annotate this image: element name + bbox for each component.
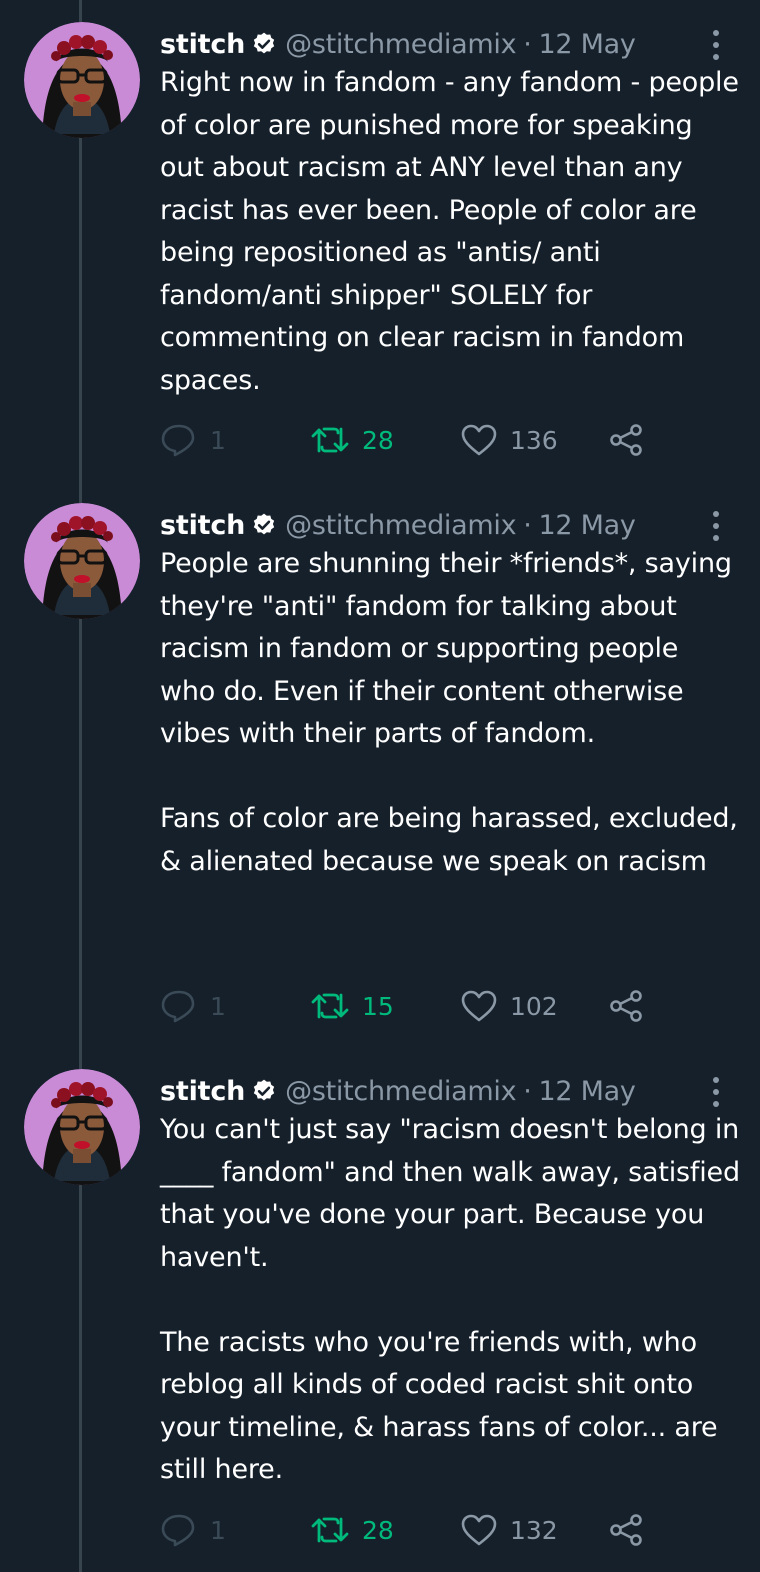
share-button[interactable]	[608, 1510, 644, 1550]
reply-count: 1	[210, 991, 226, 1021]
share-icon	[608, 989, 644, 1023]
tweet-header: stitch @stitchmediamix · 12 May	[160, 503, 636, 547]
timestamp[interactable]: 12 May	[539, 29, 636, 60]
like-count: 102	[510, 991, 558, 1021]
share-button[interactable]	[608, 420, 644, 460]
username-handle[interactable]: @stitchmediamix	[285, 29, 516, 60]
username-handle[interactable]: @stitchmediamix	[285, 510, 516, 541]
reply-count: 1	[210, 425, 226, 455]
retweet-icon	[310, 423, 350, 457]
username-handle[interactable]: @stitchmediamix	[285, 1076, 516, 1107]
reply-button[interactable]: 1	[160, 986, 226, 1026]
like-button[interactable]: 136	[460, 420, 558, 460]
like-count: 132	[510, 1515, 558, 1545]
separator-dot: ·	[523, 1075, 532, 1107]
more-options-icon[interactable]	[704, 509, 728, 543]
separator-dot: ·	[523, 28, 532, 60]
heart-icon	[460, 423, 498, 457]
tweet-text: People are shunning their *friends*, say…	[160, 548, 738, 877]
reply-button[interactable]: 1	[160, 420, 226, 460]
display-name[interactable]: stitch	[160, 29, 245, 60]
tweet-actions: 1 28 132	[160, 1510, 720, 1550]
tweet[interactable]: stitch @stitchmediamix · 12 May Right no…	[0, 22, 760, 482]
retweet-icon	[310, 989, 350, 1023]
share-icon	[608, 423, 644, 457]
tweet-text: You can't just say "racism doesn't belon…	[160, 1114, 740, 1485]
separator-dot: ·	[523, 509, 532, 541]
heart-icon	[460, 1513, 498, 1547]
timestamp[interactable]: 12 May	[539, 1076, 636, 1107]
tweet-header: stitch @stitchmediamix · 12 May	[160, 22, 636, 66]
tweet-header: stitch @stitchmediamix · 12 May	[160, 1069, 636, 1113]
retweet-count: 28	[362, 425, 394, 455]
more-options-icon[interactable]	[704, 28, 728, 62]
tweet-text: Right now in fandom - any fandom - peopl…	[160, 67, 739, 396]
reply-button[interactable]: 1	[160, 1510, 226, 1550]
heart-icon	[460, 989, 498, 1023]
timestamp[interactable]: 12 May	[539, 510, 636, 541]
reply-icon	[160, 1513, 198, 1547]
tweet-actions: 1 28 136	[160, 420, 720, 460]
avatar[interactable]	[24, 503, 140, 619]
like-count: 136	[510, 425, 558, 455]
verified-badge-icon	[251, 31, 277, 57]
tweet[interactable]: stitch @stitchmediamix · 12 May People a…	[0, 503, 760, 1048]
tweet-actions: 1 15 102	[160, 986, 720, 1026]
like-button[interactable]: 102	[460, 986, 558, 1026]
retweet-button[interactable]: 15	[310, 986, 394, 1026]
avatar[interactable]	[24, 22, 140, 138]
avatar[interactable]	[24, 1069, 140, 1185]
tweet[interactable]: stitch @stitchmediamix · 12 May You can'…	[0, 1069, 760, 1569]
verified-badge-icon	[251, 1078, 277, 1104]
reply-icon	[160, 989, 198, 1023]
retweet-button[interactable]: 28	[310, 420, 394, 460]
reply-icon	[160, 423, 198, 457]
retweet-count: 28	[362, 1515, 394, 1545]
retweet-icon	[310, 1513, 350, 1547]
like-button[interactable]: 132	[460, 1510, 558, 1550]
display-name[interactable]: stitch	[160, 1076, 245, 1107]
reply-count: 1	[210, 1515, 226, 1545]
share-button[interactable]	[608, 986, 644, 1026]
verified-badge-icon	[251, 512, 277, 538]
display-name[interactable]: stitch	[160, 510, 245, 541]
retweet-button[interactable]: 28	[310, 1510, 394, 1550]
share-icon	[608, 1513, 644, 1547]
retweet-count: 15	[362, 991, 394, 1021]
more-options-icon[interactable]	[704, 1075, 728, 1109]
